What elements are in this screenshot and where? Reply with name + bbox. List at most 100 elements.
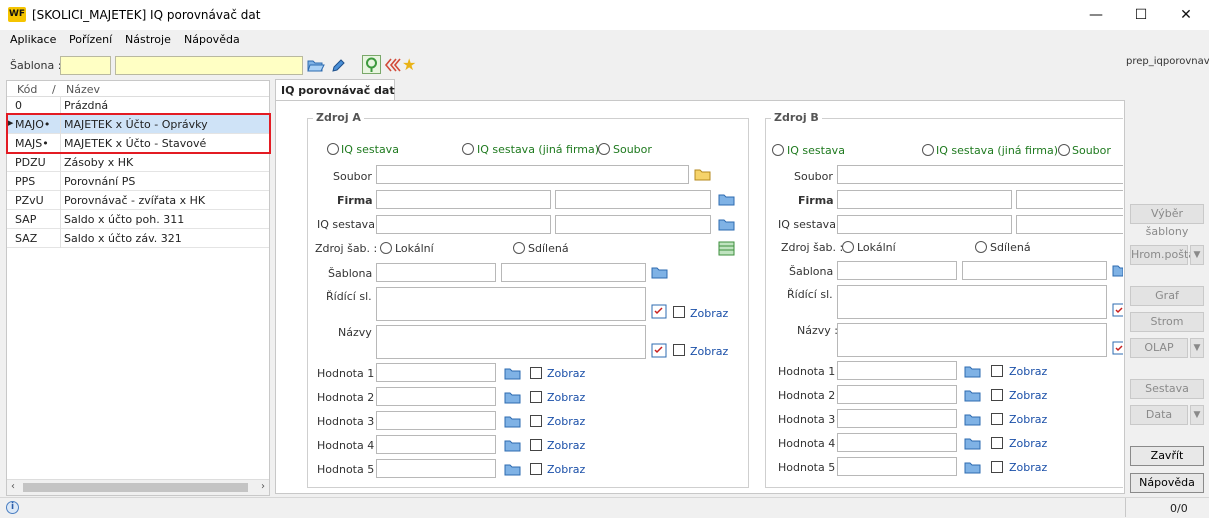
firma-name-input-b[interactable]	[1016, 190, 1123, 209]
hodnota-2-input-a[interactable]	[376, 387, 496, 406]
radio-soubor-a[interactable]	[598, 143, 610, 155]
zobraz-hodnota-5-checkbox-b[interactable]	[991, 461, 1003, 473]
firma-code-input-a[interactable]	[376, 190, 551, 209]
sablona-code-input-b[interactable]	[837, 261, 957, 280]
zobraz-hodnota-5-checkbox-a[interactable]	[530, 463, 542, 475]
zobraz-hodnota-2-checkbox-b[interactable]	[991, 389, 1003, 401]
zobraz-hodnota-3-checkbox-b[interactable]	[991, 413, 1003, 425]
info-icon[interactable]: i	[6, 501, 19, 514]
scroll-left-icon[interactable]: ‹	[11, 481, 15, 492]
checklist-icon[interactable]	[651, 304, 667, 319]
sablona-code-input[interactable]	[60, 56, 111, 75]
sablona-code-input-a[interactable]	[376, 263, 496, 282]
hodnota-2-input-b[interactable]	[837, 385, 957, 404]
checklist-icon[interactable]	[651, 343, 667, 358]
sestava-button[interactable]: Sestava	[1130, 379, 1204, 399]
list-row[interactable]: PDZU Zásoby x HK	[7, 153, 269, 172]
hodnota-4-input-a[interactable]	[376, 435, 496, 454]
radio-sdilena-b[interactable]	[975, 241, 987, 253]
zobraz-hodnota-2-checkbox-a[interactable]	[530, 391, 542, 403]
open-folder-icon[interactable]	[504, 463, 521, 476]
hodnota-5-input-b[interactable]	[837, 457, 957, 476]
open-folder-icon[interactable]	[504, 367, 521, 380]
data-button[interactable]: Data	[1130, 405, 1188, 425]
soubor-input-b[interactable]	[837, 165, 1123, 184]
hodnota-1-input-b[interactable]	[837, 361, 957, 380]
open-folder-icon[interactable]	[964, 365, 981, 378]
menu-aplikace[interactable]: Aplikace	[10, 33, 56, 46]
hodnota-4-input-b[interactable]	[837, 433, 957, 452]
hromadna-posta-button[interactable]: Hrom.pošta	[1130, 245, 1195, 265]
col-name-header[interactable]: Název	[66, 83, 100, 96]
iq-sestava-name-input-a[interactable]	[555, 215, 711, 234]
radio-iq-sestava-b[interactable]	[772, 144, 784, 156]
open-folder-icon[interactable]	[964, 389, 981, 402]
rewind-icon[interactable]	[383, 57, 401, 73]
list-row[interactable]: PPS Porovnání PS	[7, 172, 269, 191]
strom-button[interactable]: Strom	[1130, 312, 1204, 332]
list-row[interactable]: SAZ Saldo x účto záv. 321	[7, 229, 269, 248]
open-folder-icon[interactable]	[504, 391, 521, 404]
menu-nastroje[interactable]: Nástroje	[125, 33, 171, 46]
open-folder-icon[interactable]	[964, 437, 981, 450]
zobraz-hodnota-1-checkbox-b[interactable]	[991, 365, 1003, 377]
napoveda-button[interactable]: Nápověda	[1130, 473, 1204, 493]
horizontal-scrollbar[interactable]: ‹ ›	[7, 479, 269, 495]
open-folder-icon[interactable]	[964, 461, 981, 474]
zobraz-hodnota-4-checkbox-a[interactable]	[530, 439, 542, 451]
hodnota-3-input-b[interactable]	[837, 409, 957, 428]
folder-icon[interactable]	[694, 168, 711, 181]
radio-iq-jina-firma-a[interactable]	[462, 143, 474, 155]
iq-sestava-code-input-a[interactable]	[376, 215, 551, 234]
radio-lokalni-a[interactable]	[380, 242, 392, 254]
open-folder-icon[interactable]	[718, 193, 735, 206]
open-folder-icon[interactable]	[718, 218, 735, 231]
nazvy-textarea-a[interactable]	[376, 325, 646, 359]
firma-name-input-a[interactable]	[555, 190, 711, 209]
ridici-textarea-b[interactable]	[837, 285, 1107, 319]
zobraz-ridici-checkbox-a[interactable]	[673, 306, 685, 318]
zobraz-hodnota-3-checkbox-a[interactable]	[530, 415, 542, 427]
scroll-right-icon[interactable]: ›	[261, 481, 265, 492]
open-folder-icon[interactable]	[651, 266, 668, 279]
iq-sestava-name-input-b[interactable]	[1016, 215, 1123, 234]
close-button[interactable]: ✕	[1163, 0, 1209, 30]
open-folder-icon[interactable]	[1112, 264, 1123, 277]
checklist-icon[interactable]	[1112, 303, 1123, 317]
olap-button[interactable]: OLAP	[1130, 338, 1188, 358]
radio-iq-jina-firma-b[interactable]	[922, 144, 934, 156]
sablona-name-input[interactable]	[115, 56, 303, 75]
nazvy-textarea-b[interactable]	[837, 323, 1107, 357]
zobraz-hodnota-1-checkbox-a[interactable]	[530, 367, 542, 379]
hromadna-posta-dropdown-icon[interactable]: ▼	[1190, 245, 1204, 265]
radio-sdilena-a[interactable]	[513, 242, 525, 254]
map-pin-icon[interactable]	[362, 55, 381, 74]
sablona-name-input-b[interactable]	[962, 261, 1107, 280]
iq-sestava-code-input-b[interactable]	[837, 215, 1012, 234]
firma-code-input-b[interactable]	[837, 190, 1012, 209]
zobraz-nazvy-checkbox-a[interactable]	[673, 344, 685, 356]
radio-iq-sestava-a[interactable]	[327, 143, 339, 155]
open-folder-icon[interactable]	[504, 415, 521, 428]
favorite-star-icon[interactable]: ★	[402, 55, 416, 74]
ridici-textarea-a[interactable]	[376, 287, 646, 321]
hodnota-1-input-a[interactable]	[376, 363, 496, 382]
open-folder-icon[interactable]	[307, 58, 325, 73]
hodnota-5-input-a[interactable]	[376, 459, 496, 478]
soubor-input-a[interactable]	[376, 165, 689, 184]
maximize-button[interactable]: ☐	[1118, 0, 1164, 30]
radio-soubor-b[interactable]	[1058, 144, 1070, 156]
graf-button[interactable]: Graf	[1130, 286, 1204, 306]
radio-lokalni-b[interactable]	[842, 241, 854, 253]
scroll-thumb[interactable]	[23, 483, 248, 492]
grid-list-icon[interactable]	[718, 241, 735, 256]
zavrit-button[interactable]: Zavřít	[1130, 446, 1204, 466]
sablona-name-input-a[interactable]	[501, 263, 646, 282]
menu-napoveda[interactable]: Nápověda	[184, 33, 240, 46]
open-folder-icon[interactable]	[964, 413, 981, 426]
vyber-sablony-button[interactable]: Výběr šablony	[1130, 204, 1204, 238]
minimize-button[interactable]: —	[1073, 0, 1119, 30]
data-dropdown-icon[interactable]: ▼	[1190, 405, 1204, 425]
open-folder-icon[interactable]	[504, 439, 521, 452]
zobraz-hodnota-4-checkbox-b[interactable]	[991, 437, 1003, 449]
